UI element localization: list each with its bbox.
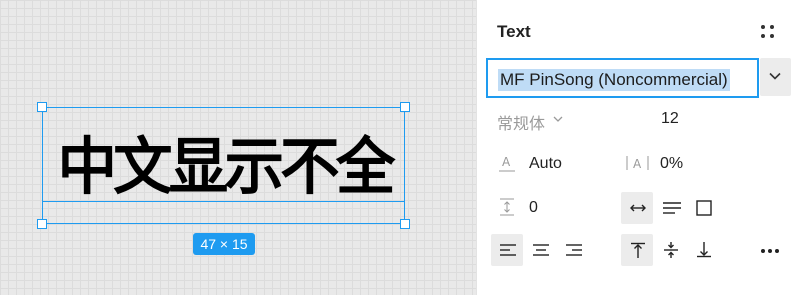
text-baseline: [43, 201, 404, 202]
align-left-button[interactable]: [491, 234, 523, 266]
font-weight-select[interactable]: 常规体: [497, 110, 545, 134]
resize-handle-bottom-right[interactable]: [400, 219, 410, 229]
align-right-icon: [566, 244, 582, 256]
svg-text:A: A: [633, 157, 642, 171]
font-family-value: MF PinSong (Noncommercial): [498, 69, 730, 91]
line-height-input[interactable]: Auto: [529, 155, 562, 173]
paragraph-spacing-input[interactable]: 0: [529, 199, 538, 217]
line-height-icon: A: [499, 155, 515, 172]
align-bottom-button[interactable]: [687, 234, 719, 266]
grid-dots-icon[interactable]: [761, 25, 775, 39]
letter-spacing-icon: A: [626, 156, 649, 171]
font-family-dropdown-button[interactable]: [760, 58, 791, 96]
fixed-size-icon: [696, 200, 712, 216]
paragraph-spacing-icon: [500, 198, 514, 216]
align-center-button[interactable]: [524, 234, 556, 266]
align-middle-icon: [664, 242, 678, 258]
resize-handle-top-right[interactable]: [400, 102, 410, 112]
resize-handle-bottom-left[interactable]: [37, 219, 47, 229]
align-top-icon: [631, 242, 645, 258]
chevron-down-icon[interactable]: [553, 116, 563, 122]
align-center-icon: [533, 244, 549, 256]
align-top-button[interactable]: [621, 234, 653, 266]
fixed-size-button[interactable]: [687, 192, 719, 224]
font-size-input[interactable]: 12: [661, 110, 679, 128]
text-layer-content[interactable]: 中文显示不全: [52, 108, 397, 225]
more-icon: [761, 249, 779, 253]
size-badge: 47 × 15: [193, 233, 255, 255]
align-right-button[interactable]: [557, 234, 589, 266]
align-bottom-icon: [697, 242, 711, 258]
text-layer-selection[interactable]: 中文显示不全: [37, 102, 410, 229]
text-properties-panel: Text MF PinSong (Noncommercial) 常规体 12 A…: [477, 0, 800, 295]
align-middle-button[interactable]: [654, 234, 686, 266]
resize-handle-top-left[interactable]: [37, 102, 47, 112]
chevron-down-icon: [769, 72, 781, 80]
auto-height-icon: [663, 202, 681, 214]
letter-spacing-input[interactable]: 0%: [660, 155, 683, 173]
auto-width-icon: [630, 204, 646, 212]
align-left-icon: [500, 244, 516, 256]
more-options-button[interactable]: [752, 234, 784, 266]
svg-text:A: A: [502, 155, 511, 169]
auto-height-button[interactable]: [655, 192, 687, 224]
auto-width-button[interactable]: [621, 192, 653, 224]
font-family-input[interactable]: MF PinSong (Noncommercial): [486, 58, 759, 98]
design-canvas[interactable]: 中文显示不全 47 × 15: [0, 0, 476, 295]
panel-title: Text: [497, 22, 531, 41]
